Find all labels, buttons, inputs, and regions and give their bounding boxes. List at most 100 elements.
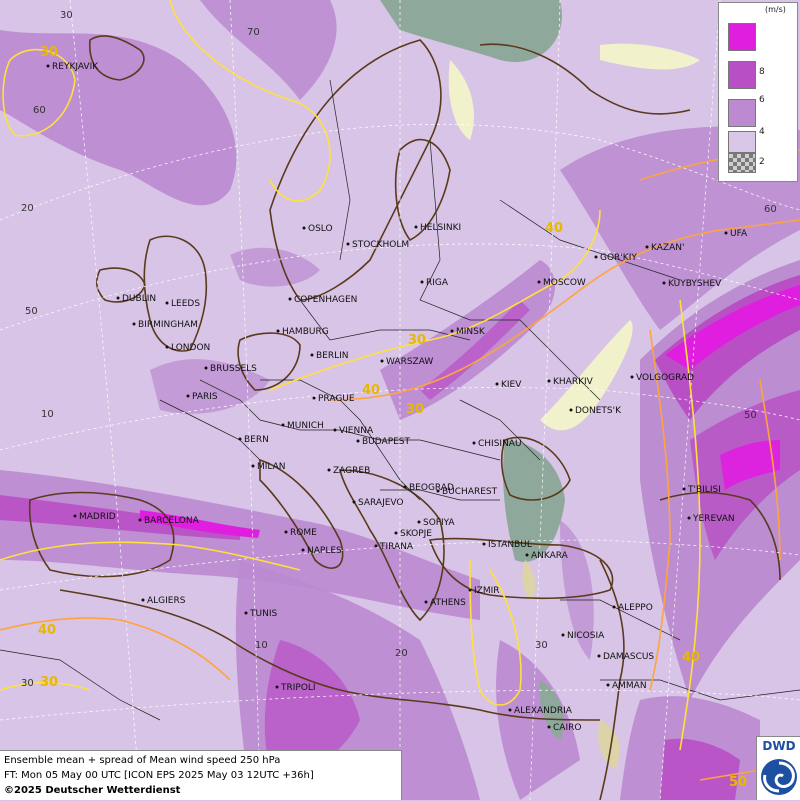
city-label: KHARKIV [553, 377, 594, 387]
city-label: DAMASCUS [603, 652, 654, 662]
city-label: PARIS [192, 392, 218, 402]
city-label: DONETS'K [575, 406, 622, 416]
city-label: WARSZAW [386, 357, 433, 367]
city-label: COPENHAGEN [294, 295, 357, 305]
contour-label: 40 [545, 221, 563, 236]
city-marker [310, 353, 314, 357]
city-marker [630, 375, 634, 379]
city-marker [284, 530, 288, 534]
city-marker [276, 329, 280, 333]
city-label: AMMAN [612, 681, 647, 691]
legend-level: 6 [759, 95, 765, 105]
city-label: BRUSSELS [210, 364, 257, 374]
city-marker [525, 553, 529, 557]
city-marker [436, 489, 440, 493]
grid-label: 50 [744, 410, 757, 421]
city-label: VOLGOGRAD [636, 373, 694, 383]
city-marker [468, 588, 472, 592]
city-label: GOR'KIY [600, 253, 637, 263]
city-marker [394, 531, 398, 535]
city-marker [687, 516, 691, 520]
info-copyright: ©2025 Deutscher Wetterdienst [4, 785, 181, 796]
grid-label: 50 [25, 306, 38, 317]
city-label: TIRANA [379, 542, 414, 552]
city-label: CAIRO [553, 723, 581, 733]
city-marker [327, 468, 331, 472]
city-label: KUYBYSHEV [668, 279, 722, 289]
city-marker [380, 359, 384, 363]
city-marker [352, 500, 356, 504]
city-label: RIGA [426, 278, 449, 288]
info-forecast-time: FT: Mon 05 May 00 UTC [ICON EPS 2025 May… [4, 770, 314, 781]
legend-swatch-light [728, 131, 756, 153]
city-marker [537, 280, 541, 284]
city-label: STOCKHOLM [352, 240, 409, 250]
legend-unit: (m/s) [765, 5, 786, 14]
city-marker [424, 600, 428, 604]
legend-swatch-checker [728, 153, 756, 173]
city-label: HAMBURG [282, 327, 329, 337]
city-label: NAPLES [307, 546, 342, 556]
city-marker [403, 485, 407, 489]
city-marker [138, 518, 142, 522]
legend-swatch-purple [728, 99, 756, 127]
city-marker [165, 345, 169, 349]
city-marker [312, 396, 316, 400]
city-marker [204, 366, 208, 370]
grid-label: 30 [535, 640, 548, 651]
city-marker [472, 441, 476, 445]
city-marker [495, 382, 499, 386]
city-marker [288, 297, 292, 301]
city-label: ALEPPO [618, 603, 653, 613]
city-marker [141, 598, 145, 602]
city-marker [374, 544, 378, 548]
city-marker [482, 542, 486, 546]
city-label: BIRMINGHAM [138, 320, 198, 330]
city-marker [569, 408, 573, 412]
city-marker [508, 708, 512, 712]
contour-label: 40 [38, 623, 56, 638]
city-marker [165, 301, 169, 305]
city-label: SOFIYA [423, 518, 455, 528]
contour-label: 30 [40, 675, 58, 690]
contour-label: 30 [406, 402, 424, 417]
city-label: SARAJEVO [358, 498, 404, 508]
grid-label: 20 [395, 648, 408, 659]
city-label: ALGIERS [147, 596, 186, 606]
city-label: LEEDS [171, 299, 200, 309]
grid-label: 60 [764, 204, 777, 215]
city-label: PRAGUE [318, 394, 355, 404]
info-box: Ensemble mean + spread of Mean wind spee… [0, 750, 402, 800]
grid-label: 20 [21, 203, 34, 214]
city-marker [132, 322, 136, 326]
city-label: ROME [290, 528, 317, 538]
contour-label: 50 [729, 775, 747, 790]
city-marker [414, 225, 418, 229]
dwd-swirl-icon [761, 759, 797, 795]
city-label: TRIPOLI [280, 683, 316, 693]
city-marker [275, 685, 279, 689]
city-label: DUBLIN [122, 294, 156, 304]
city-marker [346, 242, 350, 246]
wind-speed-map: 30 40 30 40 30 40 30 40 50 30 70 60 20 5… [0, 0, 800, 800]
city-label: REYKJAVIK [52, 62, 99, 72]
city-marker [251, 464, 255, 468]
city-marker [116, 296, 120, 300]
city-label: MILAN [257, 462, 286, 472]
city-label: ALEXANDRIA [514, 706, 573, 716]
city-marker [606, 683, 610, 687]
legend-swatch-magenta [728, 23, 756, 51]
city-marker [662, 281, 666, 285]
city-label: BERN [244, 435, 269, 445]
city-label: NICOSIA [567, 631, 605, 641]
city-marker [238, 437, 242, 441]
info-title: Ensemble mean + spread of Mean wind spee… [4, 755, 281, 766]
city-label: MUNICH [287, 421, 324, 431]
city-label: HELSINKI [420, 223, 461, 233]
city-marker [597, 654, 601, 658]
city-marker [561, 633, 565, 637]
city-label: MADRID [79, 512, 116, 522]
city-marker [724, 231, 728, 235]
city-marker [46, 64, 50, 68]
grid-label: 10 [41, 409, 54, 420]
